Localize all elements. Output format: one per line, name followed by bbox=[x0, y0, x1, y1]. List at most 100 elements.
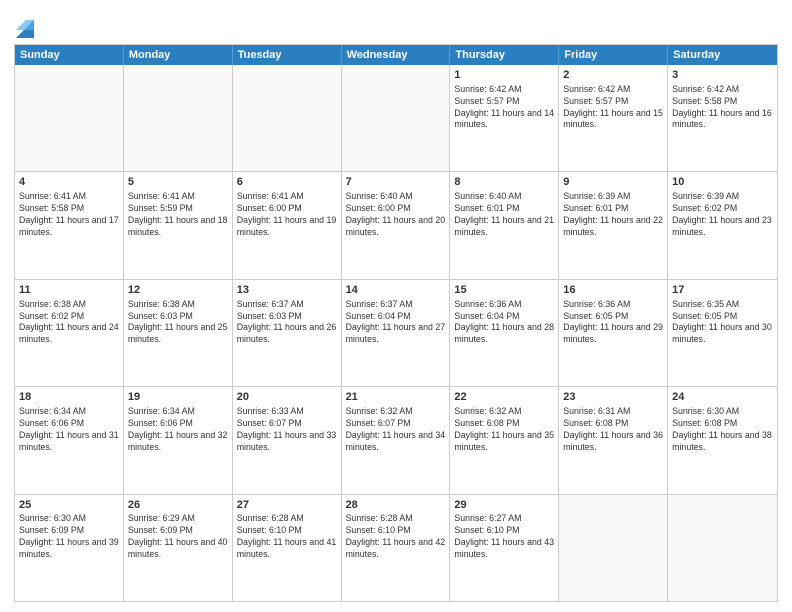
cell-info: Sunrise: 6:39 AM Sunset: 6:02 PM Dayligh… bbox=[672, 191, 773, 239]
table-row: 13Sunrise: 6:37 AM Sunset: 6:03 PM Dayli… bbox=[233, 280, 342, 386]
table-row: 16Sunrise: 6:36 AM Sunset: 6:05 PM Dayli… bbox=[559, 280, 668, 386]
cell-info: Sunrise: 6:36 AM Sunset: 6:04 PM Dayligh… bbox=[454, 299, 554, 347]
table-row: 17Sunrise: 6:35 AM Sunset: 6:05 PM Dayli… bbox=[668, 280, 777, 386]
table-row: 7Sunrise: 6:40 AM Sunset: 6:00 PM Daylig… bbox=[342, 172, 451, 278]
table-row: 27Sunrise: 6:28 AM Sunset: 6:10 PM Dayli… bbox=[233, 495, 342, 601]
header-tuesday: Tuesday bbox=[233, 45, 342, 65]
cell-info: Sunrise: 6:42 AM Sunset: 5:58 PM Dayligh… bbox=[672, 84, 773, 132]
calendar-body: 1Sunrise: 6:42 AM Sunset: 5:57 PM Daylig… bbox=[15, 65, 777, 601]
cell-info: Sunrise: 6:36 AM Sunset: 6:05 PM Dayligh… bbox=[563, 299, 663, 347]
calendar-week-2: 11Sunrise: 6:38 AM Sunset: 6:02 PM Dayli… bbox=[15, 279, 777, 386]
cell-info: Sunrise: 6:37 AM Sunset: 6:04 PM Dayligh… bbox=[346, 299, 446, 347]
cell-info: Sunrise: 6:32 AM Sunset: 6:08 PM Dayligh… bbox=[454, 406, 554, 454]
day-number: 29 bbox=[454, 498, 554, 513]
cell-info: Sunrise: 6:30 AM Sunset: 6:08 PM Dayligh… bbox=[672, 406, 773, 454]
day-number: 9 bbox=[563, 175, 663, 190]
calendar-week-3: 18 Sunrise: 6:34 AM Sunset: 6:06 PM Dayli… bbox=[15, 386, 777, 493]
cell-info: Sunrise: 6:34 AM Sunset: 6:06 PM Dayligh… bbox=[128, 406, 228, 454]
day-number: 20 bbox=[237, 390, 337, 405]
page: Sunday Monday Tuesday Wednesday Thursday… bbox=[0, 0, 792, 612]
table-row bbox=[124, 65, 233, 171]
header-monday: Monday bbox=[124, 45, 233, 65]
table-row: 4Sunrise: 6:41 AM Sunset: 5:58 PM Daylig… bbox=[15, 172, 124, 278]
cell-info: Sunrise: 6:30 AM Sunset: 6:09 PM Dayligh… bbox=[19, 513, 119, 561]
table-row: 10Sunrise: 6:39 AM Sunset: 6:02 PM Dayli… bbox=[668, 172, 777, 278]
table-row bbox=[559, 495, 668, 601]
day-number: 21 bbox=[346, 390, 446, 405]
cell-info: Sunrise: 6:27 AM Sunset: 6:10 PM Dayligh… bbox=[454, 513, 554, 561]
day-number: 2 bbox=[563, 68, 663, 83]
table-row: 25Sunrise: 6:30 AM Sunset: 6:09 PM Dayli… bbox=[15, 495, 124, 601]
table-row bbox=[233, 65, 342, 171]
calendar-week-1: 4Sunrise: 6:41 AM Sunset: 5:58 PM Daylig… bbox=[15, 171, 777, 278]
cell-info: Sunrise: 6:41 AM Sunset: 5:59 PM Dayligh… bbox=[128, 191, 228, 239]
cell-info: Sunrise: 6:32 AM Sunset: 6:07 PM Dayligh… bbox=[346, 406, 446, 454]
logo-icon bbox=[16, 10, 34, 38]
cell-info: Sunrise: 6:37 AM Sunset: 6:03 PM Dayligh… bbox=[237, 299, 337, 347]
cell-info: Sunrise: 6:42 AM Sunset: 5:57 PM Dayligh… bbox=[563, 84, 663, 132]
cell-info: Sunrise: 6:40 AM Sunset: 6:01 PM Dayligh… bbox=[454, 191, 554, 239]
table-row: 3Sunrise: 6:42 AM Sunset: 5:58 PM Daylig… bbox=[668, 65, 777, 171]
table-row: 1Sunrise: 6:42 AM Sunset: 5:57 PM Daylig… bbox=[450, 65, 559, 171]
day-number: 1 bbox=[454, 68, 554, 83]
table-row: 26Sunrise: 6:29 AM Sunset: 6:09 PM Dayli… bbox=[124, 495, 233, 601]
header-thursday: Thursday bbox=[450, 45, 559, 65]
table-row: 5Sunrise: 6:41 AM Sunset: 5:59 PM Daylig… bbox=[124, 172, 233, 278]
table-row: 21Sunrise: 6:32 AM Sunset: 6:07 PM Dayli… bbox=[342, 387, 451, 493]
header-wednesday: Wednesday bbox=[342, 45, 451, 65]
table-row: 12Sunrise: 6:38 AM Sunset: 6:03 PM Dayli… bbox=[124, 280, 233, 386]
cell-info: Sunrise: 6:29 AM Sunset: 6:09 PM Dayligh… bbox=[128, 513, 228, 561]
table-row bbox=[342, 65, 451, 171]
table-row: 11Sunrise: 6:38 AM Sunset: 6:02 PM Dayli… bbox=[15, 280, 124, 386]
day-number: 8 bbox=[454, 175, 554, 190]
day-number: 16 bbox=[563, 283, 663, 298]
day-number: 13 bbox=[237, 283, 337, 298]
header bbox=[14, 10, 778, 38]
calendar-header-row: Sunday Monday Tuesday Wednesday Thursday… bbox=[15, 45, 777, 65]
day-number: 7 bbox=[346, 175, 446, 190]
table-row: 19Sunrise: 6:34 AM Sunset: 6:06 PM Dayli… bbox=[124, 387, 233, 493]
cell-info: Sunrise: 6:40 AM Sunset: 6:00 PM Dayligh… bbox=[346, 191, 446, 239]
day-number: 14 bbox=[346, 283, 446, 298]
cell-info: Sunrise: 6:42 AM Sunset: 5:57 PM Dayligh… bbox=[454, 84, 554, 132]
day-number: 18 bbox=[19, 390, 119, 405]
calendar-week-4: 25Sunrise: 6:30 AM Sunset: 6:09 PM Dayli… bbox=[15, 494, 777, 601]
table-row: 9Sunrise: 6:39 AM Sunset: 6:01 PM Daylig… bbox=[559, 172, 668, 278]
table-row: 2Sunrise: 6:42 AM Sunset: 5:57 PM Daylig… bbox=[559, 65, 668, 171]
table-row: 6Sunrise: 6:41 AM Sunset: 6:00 PM Daylig… bbox=[233, 172, 342, 278]
calendar-week-0: 1Sunrise: 6:42 AM Sunset: 5:57 PM Daylig… bbox=[15, 65, 777, 171]
header-friday: Friday bbox=[559, 45, 668, 65]
day-number: 25 bbox=[19, 498, 119, 513]
table-row: 18Sunrise: 6:34 AM Sunset: 6:06 PM Dayli… bbox=[15, 387, 124, 493]
cell-info: Sunrise: 6:28 AM Sunset: 6:10 PM Dayligh… bbox=[237, 513, 337, 561]
day-number: 22 bbox=[454, 390, 554, 405]
cell-info: Sunrise: 6:38 AM Sunset: 6:03 PM Dayligh… bbox=[128, 299, 228, 347]
day-number: 11 bbox=[19, 283, 119, 298]
cell-info: Sunrise: 6:39 AM Sunset: 6:01 PM Dayligh… bbox=[563, 191, 663, 239]
day-number: 23 bbox=[563, 390, 663, 405]
day-number: 15 bbox=[454, 283, 554, 298]
cell-info: Sunrise: 6:41 AM Sunset: 6:00 PM Dayligh… bbox=[237, 191, 337, 239]
table-row: 22Sunrise: 6:32 AM Sunset: 6:08 PM Dayli… bbox=[450, 387, 559, 493]
day-number: 10 bbox=[672, 175, 773, 190]
table-row: 15Sunrise: 6:36 AM Sunset: 6:04 PM Dayli… bbox=[450, 280, 559, 386]
table-row: 20Sunrise: 6:33 AM Sunset: 6:07 PM Dayli… bbox=[233, 387, 342, 493]
table-row: 29Sunrise: 6:27 AM Sunset: 6:10 PM Dayli… bbox=[450, 495, 559, 601]
cell-info: Sunrise: 6:33 AM Sunset: 6:07 PM Dayligh… bbox=[237, 406, 337, 454]
cell-info: Sunrise: 6:38 AM Sunset: 6:02 PM Dayligh… bbox=[19, 299, 119, 347]
cell-info: Sunrise: 6:31 AM Sunset: 6:08 PM Dayligh… bbox=[563, 406, 663, 454]
day-number: 17 bbox=[672, 283, 773, 298]
day-number: 27 bbox=[237, 498, 337, 513]
day-number: 12 bbox=[128, 283, 228, 298]
day-number: 26 bbox=[128, 498, 228, 513]
cell-info: Sunrise: 6:28 AM Sunset: 6:10 PM Dayligh… bbox=[346, 513, 446, 561]
day-number: 19 bbox=[128, 390, 228, 405]
day-number: 6 bbox=[237, 175, 337, 190]
table-row: 23Sunrise: 6:31 AM Sunset: 6:08 PM Dayli… bbox=[559, 387, 668, 493]
day-number: 5 bbox=[128, 175, 228, 190]
cell-info: Sunrise: 6:35 AM Sunset: 6:05 PM Dayligh… bbox=[672, 299, 773, 347]
header-saturday: Saturday bbox=[668, 45, 777, 65]
day-number: 3 bbox=[672, 68, 773, 83]
table-row bbox=[668, 495, 777, 601]
logo bbox=[14, 10, 34, 38]
